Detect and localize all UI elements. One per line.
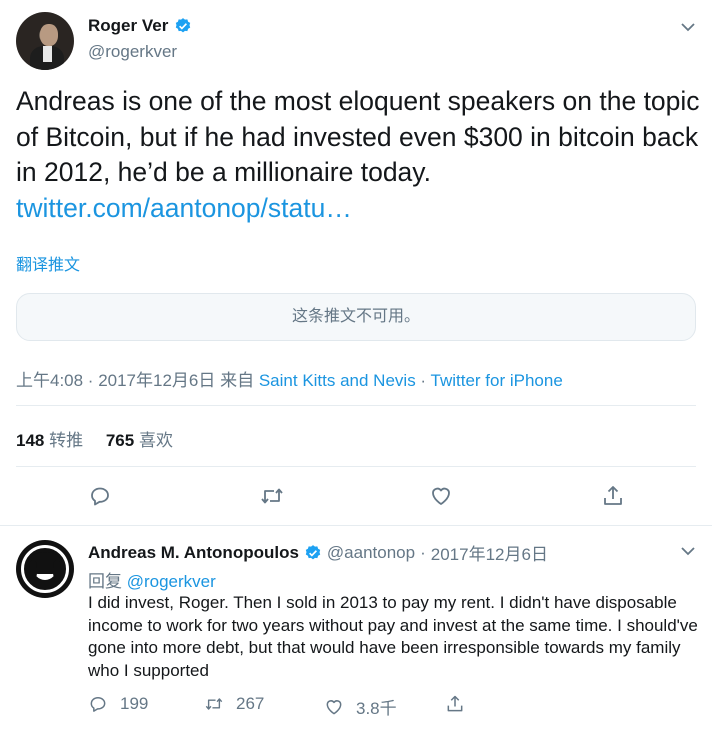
meta-separator: ·	[415, 371, 431, 390]
verified-badge-icon	[176, 18, 191, 33]
tweet-text: Andreas is one of the most eloquent spea…	[16, 84, 706, 226]
reply-text: I did invest, Roger. Then I sold in 2013…	[88, 593, 698, 680]
translate-tweet-link[interactable]: 翻译推文	[16, 251, 80, 275]
likes-label[interactable]: 喜欢	[139, 431, 173, 450]
avatar-andreas[interactable]	[16, 540, 74, 598]
share-icon	[447, 695, 463, 712]
reply-retweet-button[interactable]: 267	[204, 694, 264, 714]
likes-count[interactable]: 765	[106, 431, 134, 450]
tweet-actions	[0, 482, 712, 512]
retweet-icon	[205, 698, 223, 710]
share-icon	[604, 486, 622, 505]
unavailable-quoted-tweet: 这条推文不可用。	[16, 293, 696, 341]
reply-author-handle[interactable]: @aantonop	[327, 543, 415, 563]
reply-like-button[interactable]: 3.8千	[324, 694, 397, 719]
replying-to-handle[interactable]: @rogerkver	[127, 572, 216, 591]
reply-icon	[90, 697, 106, 712]
retweet-count: 267	[236, 694, 265, 713]
divider	[16, 405, 696, 406]
reply-header: Andreas M. Antonopoulos @aantonop · 2017…	[88, 540, 548, 565]
reply-date-separator: ·	[420, 542, 426, 562]
tweet-metadata: 上午4:08 · 2017年12月6日 来自 Saint Kitts and N…	[16, 366, 563, 391]
tweet-client[interactable]: Twitter for iPhone	[431, 371, 563, 390]
avatar-roger-ver[interactable]	[16, 12, 74, 70]
reply-icon	[91, 487, 109, 506]
like-button[interactable]	[427, 482, 455, 510]
retweet-button[interactable]	[258, 482, 286, 510]
chevron-down-icon[interactable]	[681, 546, 695, 556]
reply-actions: 199 267 3.8千	[88, 694, 688, 719]
like-count: 3.8千	[356, 699, 397, 718]
reply-count: 199	[120, 694, 149, 713]
share-button[interactable]	[599, 482, 627, 510]
chevron-down-icon[interactable]	[681, 22, 695, 32]
author-name[interactable]: Roger Ver	[88, 16, 168, 36]
retweets-label[interactable]: 转推	[49, 431, 83, 450]
tweet-timestamp[interactable]: 上午4:08 · 2017年12月6日	[16, 371, 215, 390]
divider	[16, 466, 696, 467]
reply-share-button[interactable]	[445, 694, 465, 714]
reply-reply-button[interactable]: 199	[88, 694, 148, 714]
verified-badge-icon	[305, 544, 321, 559]
from-label: 来自	[215, 371, 259, 390]
tweet-stats: 148 转推 765 喜欢	[16, 426, 191, 451]
reply-button[interactable]	[86, 482, 114, 510]
author-name-row: Roger Ver	[88, 16, 192, 36]
like-icon	[326, 699, 342, 714]
reply-date[interactable]: 2017年12月6日	[431, 540, 548, 565]
retweets-count[interactable]: 148	[16, 431, 44, 450]
tweet-body: Andreas is one of the most eloquent spea…	[16, 86, 700, 187]
reply-author-name[interactable]: Andreas M. Antonopoulos	[88, 543, 299, 563]
tweet-location[interactable]: Saint Kitts and Nevis	[259, 371, 416, 390]
replying-to: 回复 @rogerkver	[88, 567, 216, 592]
main-tweet: Roger Ver @rogerkver Andreas is one of t…	[0, 0, 712, 525]
reply-tweet[interactable]: Andreas M. Antonopoulos @aantonop · 2017…	[0, 526, 712, 729]
author-handle[interactable]: @rogerkver	[88, 42, 177, 62]
replying-label: 回复	[88, 572, 127, 591]
retweet-icon	[261, 488, 283, 504]
like-icon	[432, 487, 450, 505]
tweet-link[interactable]: twitter.com/aantonop/statu…	[16, 193, 352, 223]
